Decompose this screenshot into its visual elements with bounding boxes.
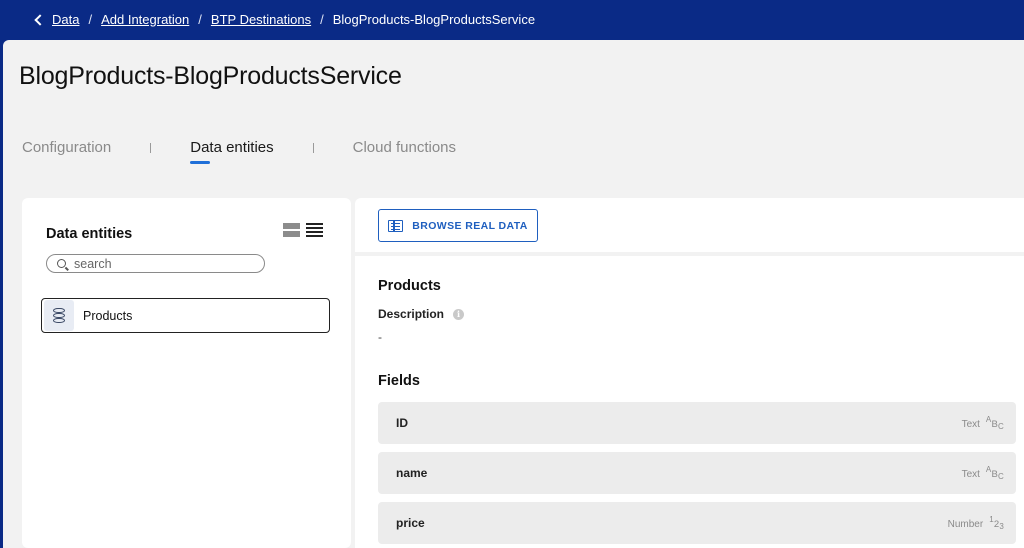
view-toggle [283, 223, 323, 237]
field-row[interactable]: name Text ABC [378, 452, 1016, 494]
browse-real-data-label: BROWSE REAL DATA [412, 219, 528, 232]
chevron-left-icon[interactable] [34, 14, 46, 26]
detail-toolbar: BROWSE REAL DATA [355, 198, 1024, 252]
browse-real-data-button[interactable]: BROWSE REAL DATA [378, 209, 538, 242]
breadcrumb: Data / Add Integration / BTP Destination… [34, 12, 536, 27]
breadcrumb-link-data[interactable]: Data [52, 12, 79, 27]
tab-cloud-functions[interactable]: Cloud functions [353, 139, 456, 156]
field-type: Number 123 [948, 515, 1004, 531]
card-view-icon[interactable] [283, 223, 300, 237]
field-row[interactable]: price Number 123 [378, 502, 1016, 544]
field-type-label: Text [961, 419, 980, 430]
tab-data-entities[interactable]: Data entities [190, 139, 274, 164]
text-type-icon: ABC [985, 465, 1004, 481]
field-type-label: Number [947, 519, 984, 530]
search-icon [57, 259, 66, 268]
info-icon[interactable]: i [453, 308, 465, 320]
page-title: BlogProducts-BlogProductsService [19, 62, 402, 90]
database-icon [44, 300, 74, 331]
field-type: Text ABC [962, 465, 1004, 481]
entity-detail-panel: Products Description i - Fields ID Text … [355, 256, 1024, 548]
top-bar: Data / Add Integration / BTP Destination… [0, 0, 1024, 40]
breadcrumb-link-add-integration[interactable]: Add Integration [101, 12, 189, 27]
table-icon [388, 219, 404, 232]
fields-title: Fields [378, 373, 420, 389]
field-name: name [396, 466, 428, 480]
field-type-label: Text [961, 469, 980, 480]
entity-label: Products [83, 308, 133, 323]
tab-configuration[interactable]: Configuration [22, 139, 111, 156]
tab-divider [150, 142, 152, 153]
breadcrumb-separator: / [88, 12, 93, 27]
breadcrumb-separator: / [320, 12, 324, 27]
list-view-icon[interactable] [306, 223, 323, 237]
field-name: price [396, 516, 425, 530]
search-box [46, 254, 265, 273]
entities-panel: Data entities Products [22, 198, 351, 548]
breadcrumb-current: BlogProducts-BlogProductsService [332, 12, 536, 27]
tab-bar: Configuration Data entities Cloud functi… [22, 139, 456, 164]
breadcrumb-link-btp-destinations[interactable]: BTP Destinations [211, 12, 311, 27]
description-label-text: Description [378, 307, 445, 321]
number-type-icon: 123 [989, 515, 1004, 531]
field-name: ID [396, 416, 408, 430]
text-type-icon: ABC [985, 415, 1004, 431]
entity-list-item[interactable]: Products [41, 298, 330, 333]
search-input[interactable] [74, 256, 234, 271]
field-row[interactable]: ID Text ABC [378, 402, 1016, 444]
main-page: BlogProducts-BlogProductsService Configu… [3, 40, 1024, 548]
entity-title: Products [378, 278, 441, 294]
field-type: Text ABC [962, 415, 1004, 431]
breadcrumb-separator: / [198, 12, 202, 27]
description-value: - [378, 330, 382, 344]
tab-divider [312, 142, 314, 153]
description-label: Description i [378, 307, 465, 321]
entities-panel-title: Data entities [46, 226, 133, 242]
